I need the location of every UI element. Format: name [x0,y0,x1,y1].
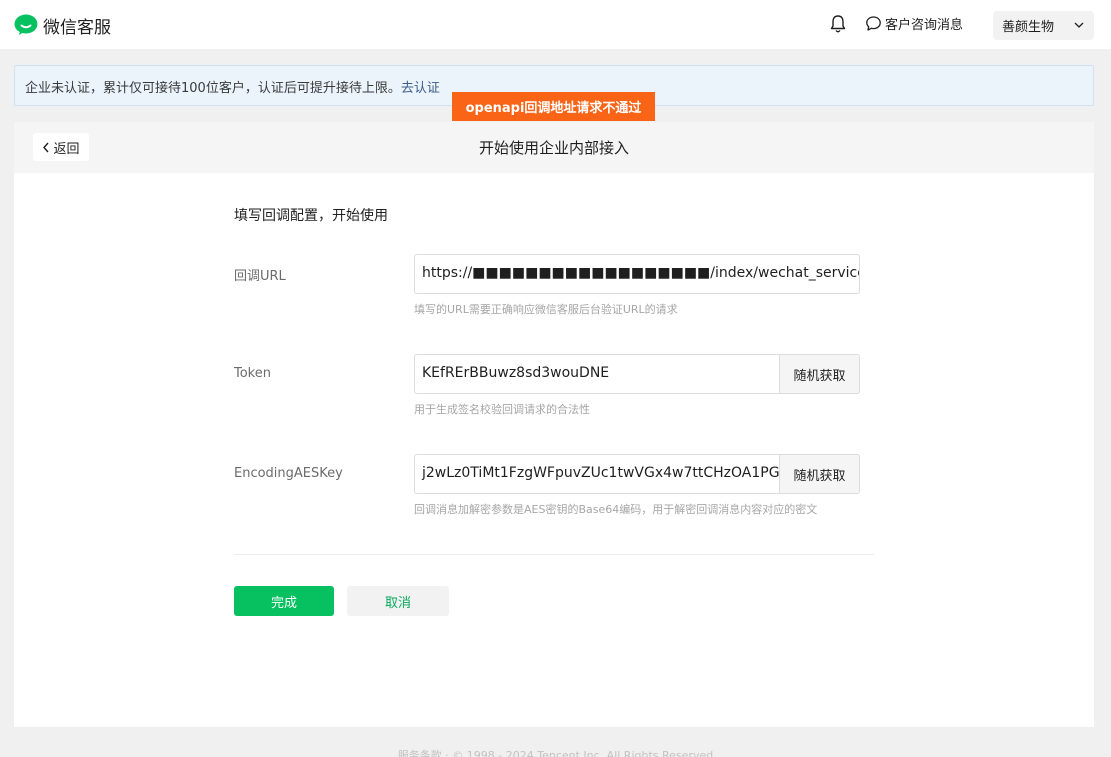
callback-url-field[interactable]: https://■■■■■■■■■■■■■■■■■■/index/wechat_… [414,254,860,294]
notice-text: 企业未认证，累计仅可接待100位客户，认证后可提升接待上限。 [25,81,401,96]
token-field[interactable]: KEfRErBBuwz8sd3wouDNE 随机获取 [414,354,860,394]
aes-key-random-button[interactable]: 随机获取 [779,455,859,493]
wechat-logo-icon [14,14,38,35]
customer-consult-link[interactable]: 客户咨询消息 [865,14,963,33]
customer-consult-label: 客户咨询消息 [885,18,964,33]
divider [234,554,874,555]
aes-key-hint: 回调消息加解密参数是AES密钥的Base64编码，用于解密回调消息内容对应的密文 [414,503,818,516]
aes-key-value: j2wLz0TiMt1FzgWFpuvZUc1twVGx4w7ttCHzOA1P… [422,465,779,481]
token-hint: 用于生成签名校验回调请求的合法性 [414,403,590,416]
token-label: Token [234,366,271,381]
chat-bubble-icon [866,16,881,31]
footer-copyright: 服务条款 · © 1998 - 2024 Tencent Inc. All Ri… [397,749,714,757]
error-toast: openapi回调地址请求不通过 [452,92,655,121]
aes-key-field[interactable]: j2wLz0TiMt1FzgWFpuvZUc1twVGx4w7ttCHzOA1P… [414,454,860,494]
callback-url-hint: 填写的URL需要正确响应微信客服后台验证URL的请求 [414,303,678,316]
page-title: 开始使用企业内部接入 [478,139,629,157]
org-name: 善颜生物 [1002,20,1055,35]
callback-url-value: https://■■■■■■■■■■■■■■■■■■/index/wechat_… [422,265,859,281]
aes-key-label: EncodingAESKey [234,466,343,481]
token-value: KEfRErBBuwz8sd3wouDNE [422,365,610,381]
done-button[interactable]: 完成 [234,586,334,616]
callback-url-label: 回调URL [234,269,286,284]
config-card: 返回 开始使用企业内部接入 填写回调配置，开始使用 回调URL https://… [14,122,1094,727]
cancel-button[interactable]: 取消 [347,586,449,616]
top-bar: 微信客服 客户咨询消息 善颜生物 [0,0,1111,49]
verify-link[interactable]: 去认证 [401,81,440,96]
token-random-button[interactable]: 随机获取 [779,355,859,393]
bell-icon[interactable] [829,14,847,34]
section-title: 填写回调配置，开始使用 [234,208,388,224]
card-header: 返回 开始使用企业内部接入 [14,122,1094,173]
app-title: 微信客服 [43,18,111,38]
org-switcher[interactable]: 善颜生物 [993,11,1094,40]
chevron-down-icon [1074,22,1084,28]
